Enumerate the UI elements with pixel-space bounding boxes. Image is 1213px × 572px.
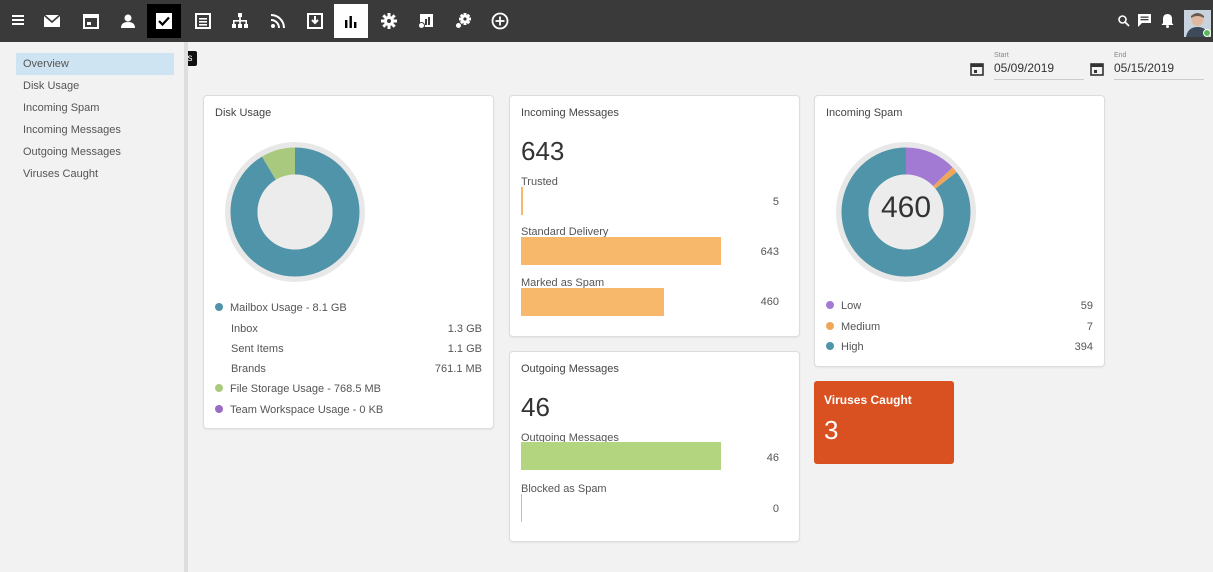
- admin-settings-icon[interactable]: [446, 4, 480, 38]
- viruses-caught-tile[interactable]: Viruses Caught 3: [814, 381, 954, 464]
- marked-spam-bar: [521, 288, 664, 316]
- outgoing-value: 46: [766, 452, 779, 464]
- file-storage-dot: [215, 384, 223, 392]
- start-date-label: Start: [994, 52, 1009, 59]
- legend-label: High: [841, 341, 864, 353]
- sent-items-label: Sent Items: [231, 343, 284, 355]
- medium-value: 7: [1086, 321, 1093, 333]
- trusted-bar: [521, 187, 523, 215]
- legend-label: Team Workspace Usage - 0 KB: [230, 404, 384, 416]
- end-date-underline: [1114, 79, 1204, 80]
- legend-label: Mailbox Usage - 8.1 GB: [230, 302, 347, 314]
- legend-label: File Storage Usage - 768.5 MB: [230, 383, 382, 395]
- tasks-icon[interactable]: [147, 4, 181, 38]
- legend-low: Low: [826, 298, 861, 314]
- start-date-picker[interactable]: Start 05/09/2019: [970, 52, 1084, 80]
- sidebar: Overview Disk Usage Incoming Spam Incomi…: [0, 42, 188, 572]
- card-title: Disk Usage: [215, 107, 272, 119]
- incoming-messages-card[interactable]: Incoming Messages 643 Trusted 5 Standard…: [509, 95, 800, 337]
- blocked-spam-bar: [521, 494, 522, 522]
- settings-icon[interactable]: [372, 4, 406, 38]
- high-value: 394: [1074, 341, 1093, 353]
- analytics-icon[interactable]: [409, 4, 443, 38]
- menu-icon[interactable]: [12, 13, 24, 27]
- blocked-spam-value: 0: [772, 503, 779, 515]
- viruses-title: Viruses Caught: [824, 393, 912, 407]
- blocked-spam-label: Blocked as Spam: [521, 483, 607, 495]
- standard-delivery-bar: [521, 237, 721, 265]
- chat-icon[interactable]: [1137, 13, 1152, 28]
- legend-team-workspace: Team Workspace Usage - 0 KB: [215, 402, 383, 418]
- sidebar-item-viruses-caught[interactable]: Viruses Caught: [16, 163, 174, 185]
- legend-mailbox: Mailbox Usage - 8.1 GB: [215, 300, 347, 316]
- end-date-value[interactable]: 05/15/2019: [1114, 61, 1174, 75]
- trusted-label: Trusted: [521, 176, 558, 188]
- sidebar-item-incoming-messages[interactable]: Incoming Messages: [16, 119, 174, 141]
- sent-items-value: 1.1 GB: [447, 343, 482, 355]
- end-date-label: End: [1114, 52, 1127, 59]
- add-icon[interactable]: [483, 4, 517, 38]
- reports-icon[interactable]: [334, 4, 368, 38]
- low-dot: [826, 301, 834, 309]
- card-title: Incoming Spam: [826, 107, 903, 119]
- brands-value: 761.1 MB: [434, 363, 482, 375]
- calendar-icon[interactable]: [74, 4, 108, 38]
- end-date-picker[interactable]: End 05/15/2019: [1090, 52, 1204, 80]
- card-title: Outgoing Messages: [521, 363, 619, 375]
- legend-medium: Medium: [826, 319, 880, 335]
- incoming-spam-card[interactable]: Incoming Spam 460 Low 59 Medium 7 High 3…: [814, 95, 1105, 367]
- avatar[interactable]: [1184, 10, 1211, 37]
- calendar-icon[interactable]: [1090, 62, 1104, 76]
- mail-icon[interactable]: [35, 4, 69, 38]
- card-title: Incoming Messages: [521, 107, 619, 119]
- disk-usage-donut: [225, 142, 365, 282]
- sidebar-item-disk-usage[interactable]: Disk Usage: [16, 75, 174, 97]
- outgoing-bar: [521, 442, 721, 470]
- incoming-total: 643: [521, 136, 565, 166]
- brands-label: Brands: [231, 363, 266, 375]
- legend-label: Medium: [841, 321, 881, 333]
- sidebar-item-overview[interactable]: Overview: [16, 53, 174, 75]
- notes-icon[interactable]: [186, 4, 220, 38]
- sidebar-item-outgoing-messages[interactable]: Outgoing Messages: [16, 141, 174, 163]
- viruses-count: 3: [824, 415, 839, 445]
- high-dot: [826, 342, 834, 350]
- contacts-icon[interactable]: [111, 4, 145, 38]
- mailbox-dot: [215, 303, 223, 311]
- archive-icon[interactable]: [298, 4, 332, 38]
- search-icon[interactable]: [1117, 14, 1131, 28]
- trusted-value: 5: [772, 196, 779, 208]
- spam-total: 460: [880, 191, 932, 224]
- legend-high: High: [826, 339, 864, 355]
- disk-usage-card[interactable]: Disk Usage Mailbox Usage - 8.1 GB Inbox …: [203, 95, 494, 429]
- bell-icon[interactable]: [1161, 13, 1174, 28]
- legend-file-storage: File Storage Usage - 768.5 MB: [215, 381, 381, 397]
- outgoing-total: 46: [521, 392, 550, 422]
- start-date-value[interactable]: 05/09/2019: [994, 61, 1054, 75]
- standard-delivery-value: 643: [760, 246, 779, 258]
- org-chart-icon[interactable]: [223, 4, 257, 38]
- calendar-icon[interactable]: [970, 62, 984, 76]
- sidebar-item-incoming-spam[interactable]: Incoming Spam: [16, 97, 174, 119]
- top-toolbar: [0, 0, 1213, 42]
- outgoing-messages-card[interactable]: Outgoing Messages 46 Outgoing Messages 4…: [509, 351, 800, 542]
- start-date-underline: [994, 79, 1084, 80]
- medium-dot: [826, 322, 834, 330]
- team-workspace-dot: [215, 405, 223, 413]
- sidebar-divider: [184, 42, 188, 572]
- low-value: 59: [1080, 300, 1093, 312]
- rss-icon[interactable]: [261, 4, 295, 38]
- marked-spam-value: 460: [760, 296, 779, 308]
- legend-label: Low: [841, 300, 862, 312]
- inbox-label: Inbox: [231, 323, 258, 335]
- inbox-value: 1.3 GB: [447, 323, 482, 335]
